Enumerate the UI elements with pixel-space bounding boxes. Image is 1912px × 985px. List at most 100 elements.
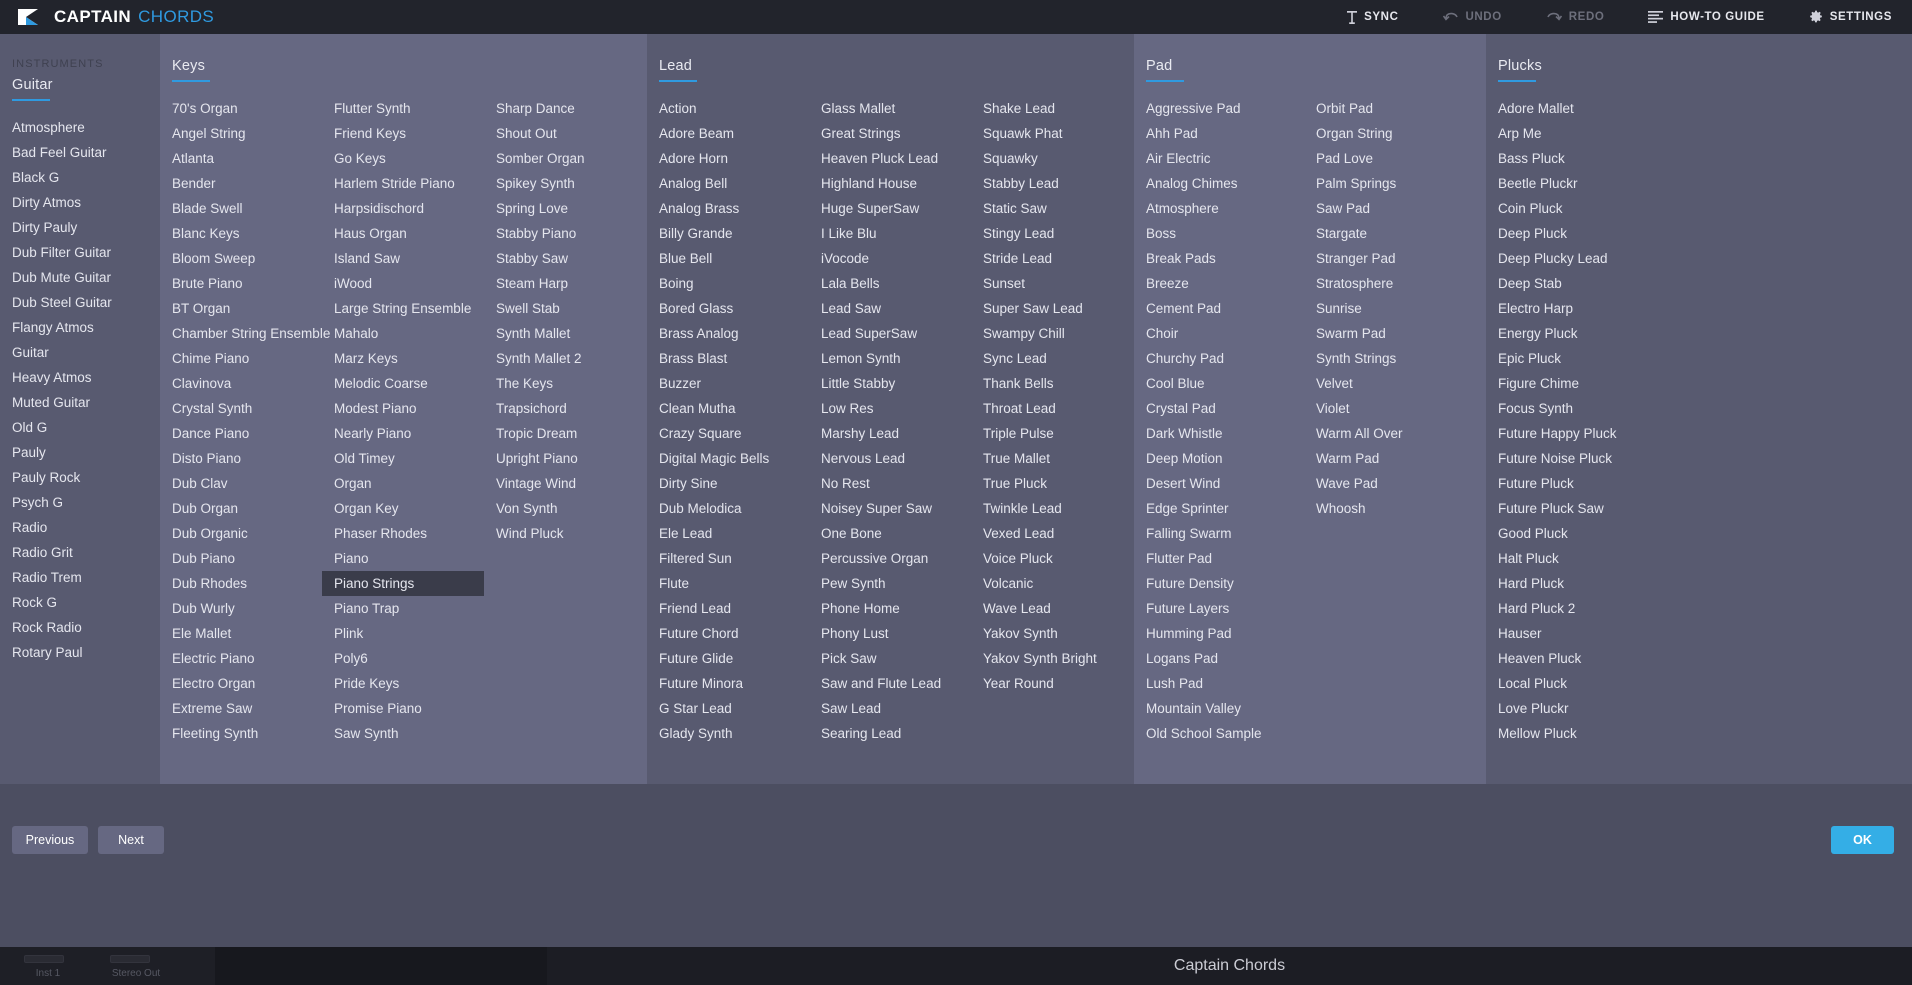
preset-item[interactable]: Wind Pluck (484, 521, 644, 546)
preset-item[interactable]: Synth Mallet (484, 321, 644, 346)
preset-item[interactable]: Hauser (1486, 621, 1686, 646)
preset-item[interactable]: Mahalo (322, 321, 484, 346)
preset-item[interactable]: Palm Springs (1304, 171, 1484, 196)
preset-item[interactable]: Organ (322, 471, 484, 496)
preset-item[interactable]: Local Pluck (1486, 671, 1686, 696)
preset-item[interactable]: Synth Strings (1304, 346, 1484, 371)
preset-item[interactable]: Phone Home (809, 596, 971, 621)
preset-item[interactable]: Energy Pluck (1486, 321, 1686, 346)
preset-item[interactable]: Breeze (1134, 271, 1304, 296)
preset-item[interactable]: Glass Mallet (809, 96, 971, 121)
preset-item[interactable]: Vexed Lead (971, 521, 1131, 546)
preset-item[interactable]: Triple Pulse (971, 421, 1131, 446)
preset-item[interactable]: Brass Blast (647, 346, 809, 371)
preset-item[interactable]: Swarm Pad (1304, 321, 1484, 346)
preset-item[interactable]: Brute Piano (160, 271, 322, 296)
preset-item[interactable]: Break Pads (1134, 246, 1304, 271)
preset-item[interactable]: Future Minora (647, 671, 809, 696)
preset-item[interactable]: Violet (1304, 396, 1484, 421)
preset-item[interactable]: Dub Melodica (647, 496, 809, 521)
preset-item[interactable]: Heaven Pluck (1486, 646, 1686, 671)
preset-item[interactable]: Electric Piano (160, 646, 322, 671)
preset-item[interactable]: Warm All Over (1304, 421, 1484, 446)
preset-item[interactable]: Choir (1134, 321, 1304, 346)
preset-item[interactable]: Analog Bell (647, 171, 809, 196)
preset-item[interactable]: Dance Piano (160, 421, 322, 446)
preset-item[interactable]: Love Pluckr (1486, 696, 1686, 721)
preset-item[interactable]: Deep Plucky Lead (1486, 246, 1686, 271)
preset-item[interactable]: Piano Trap (322, 596, 484, 621)
preset-item[interactable]: Haus Organ (322, 221, 484, 246)
preset-item[interactable]: Good Pluck (1486, 521, 1686, 546)
preset-item[interactable]: iWood (322, 271, 484, 296)
preset-item[interactable]: Sync Lead (971, 346, 1131, 371)
preset-item[interactable]: Future Happy Pluck (1486, 421, 1686, 446)
preset-item[interactable]: Go Keys (322, 146, 484, 171)
preset-item[interactable]: Island Saw (322, 246, 484, 271)
preset-item[interactable]: Lala Bells (809, 271, 971, 296)
preset-item[interactable]: Sharp Dance (484, 96, 644, 121)
how-to-guide-button[interactable]: HOW-TO GUIDE (1648, 11, 1764, 23)
preset-item[interactable]: Promise Piano (322, 696, 484, 721)
instrument-list-item[interactable]: Pauly (0, 440, 118, 465)
preset-item[interactable]: Velvet (1304, 371, 1484, 396)
preset-item[interactable]: Swell Stab (484, 296, 644, 321)
preset-item[interactable]: Nearly Piano (322, 421, 484, 446)
preset-item[interactable]: Pride Keys (322, 671, 484, 696)
instrument-list-item[interactable]: Radio (0, 515, 118, 540)
preset-item[interactable]: Angel String (160, 121, 322, 146)
preset-item[interactable]: Crystal Pad (1134, 396, 1304, 421)
preset-item[interactable]: Aggressive Pad (1134, 96, 1304, 121)
preset-item[interactable]: Squawk Phat (971, 121, 1131, 146)
preset-item[interactable]: Dub Clav (160, 471, 322, 496)
preset-item[interactable]: Phony Lust (809, 621, 971, 646)
instrument-list-item[interactable]: Dirty Atmos (0, 190, 118, 215)
preset-item[interactable]: Upright Piano (484, 446, 644, 471)
preset-item[interactable]: Crazy Square (647, 421, 809, 446)
preset-item[interactable]: Billy Grande (647, 221, 809, 246)
host-knob-2[interactable] (110, 955, 150, 963)
preset-item[interactable]: Nervous Lead (809, 446, 971, 471)
preset-item[interactable]: Extreme Saw (160, 696, 322, 721)
preset-item[interactable]: True Mallet (971, 446, 1131, 471)
preset-item[interactable]: Future Chord (647, 621, 809, 646)
preset-item[interactable]: Fleeting Synth (160, 721, 322, 746)
preset-item[interactable]: Dirty Sine (647, 471, 809, 496)
preset-item[interactable]: Atmosphere (1134, 196, 1304, 221)
preset-item[interactable]: Epic Pluck (1486, 346, 1686, 371)
preset-item[interactable]: Organ String (1304, 121, 1484, 146)
preset-item[interactable]: Trapsichord (484, 396, 644, 421)
preset-item[interactable]: Huge SuperSaw (809, 196, 971, 221)
preset-item[interactable]: Ele Mallet (160, 621, 322, 646)
preset-item[interactable]: Crystal Synth (160, 396, 322, 421)
preset-item[interactable]: Deep Stab (1486, 271, 1686, 296)
preset-item[interactable]: The Keys (484, 371, 644, 396)
preset-item[interactable]: Squawky (971, 146, 1131, 171)
ok-button[interactable]: OK (1831, 826, 1894, 854)
preset-item[interactable]: Cement Pad (1134, 296, 1304, 321)
preset-item[interactable]: Blade Swell (160, 196, 322, 221)
preset-item[interactable]: Marz Keys (322, 346, 484, 371)
preset-item[interactable]: Shake Lead (971, 96, 1131, 121)
instrument-list-item[interactable]: Atmosphere (0, 115, 118, 140)
preset-item[interactable]: Bender (160, 171, 322, 196)
preset-item[interactable]: 70's Organ (160, 96, 322, 121)
preset-item[interactable]: Sunrise (1304, 296, 1484, 321)
preset-item[interactable]: Future Pluck Saw (1486, 496, 1686, 521)
preset-item[interactable]: Voice Pluck (971, 546, 1131, 571)
instrument-list-item[interactable]: Dub Steel Guitar (0, 290, 118, 315)
preset-item[interactable]: Plink (322, 621, 484, 646)
preset-item[interactable]: Disto Piano (160, 446, 322, 471)
sync-button[interactable]: SYNC (1347, 10, 1398, 24)
preset-item[interactable]: Orbit Pad (1304, 96, 1484, 121)
preset-item[interactable]: Yakov Synth Bright (971, 646, 1131, 671)
preset-item[interactable]: Hard Pluck 2 (1486, 596, 1686, 621)
preset-item[interactable]: Air Electric (1134, 146, 1304, 171)
preset-item[interactable]: Saw and Flute Lead (809, 671, 971, 696)
preset-item[interactable]: No Rest (809, 471, 971, 496)
preset-item[interactable]: Future Noise Pluck (1486, 446, 1686, 471)
preset-item[interactable]: Dub Piano (160, 546, 322, 571)
preset-item[interactable]: Buzzer (647, 371, 809, 396)
preset-item[interactable]: Chime Piano (160, 346, 322, 371)
preset-item[interactable]: Clean Mutha (647, 396, 809, 421)
